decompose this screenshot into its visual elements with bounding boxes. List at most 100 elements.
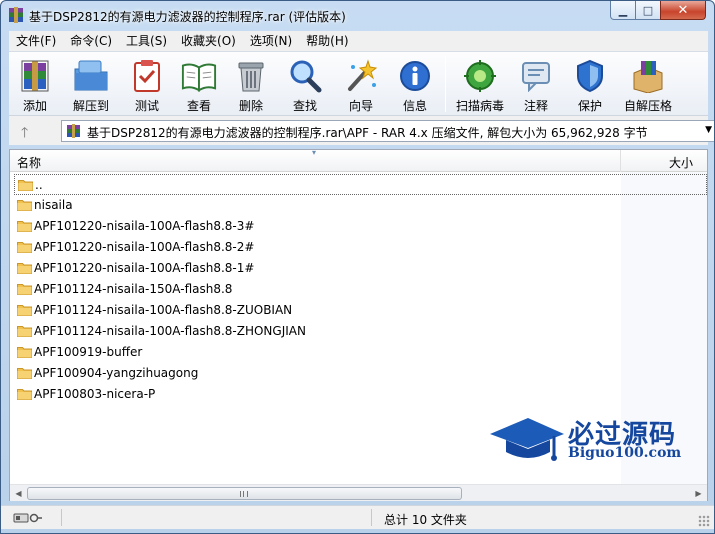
view-button[interactable]: 查看 — [173, 52, 225, 116]
menu-help[interactable]: 帮助(H) — [299, 31, 355, 51]
folder-icon — [17, 389, 32, 400]
add-label: 添加 — [22, 99, 47, 113]
status-separator — [61, 509, 62, 526]
file-list[interactable]: ▾ 名称 大小 .. nisaila APF101220-nisaila-100A-… — [9, 148, 708, 501]
comment-label: 注释 — [523, 99, 548, 113]
parent-folder-row[interactable]: .. — [14, 174, 707, 195]
info-button[interactable]: 信息 — [389, 52, 441, 116]
column-divider[interactable] — [620, 150, 621, 172]
virus-scan-button[interactable]: 扫描病毒 — [450, 52, 510, 116]
test-label: 测试 — [134, 99, 159, 113]
find-magnifier-icon — [287, 58, 323, 94]
find-button[interactable]: 查找 — [277, 52, 333, 116]
folder-icon — [17, 221, 32, 232]
comment-icon — [518, 58, 554, 94]
archive-icon — [67, 124, 80, 138]
add-button[interactable]: 添加 — [9, 52, 61, 116]
address-bar[interactable]: 基于DSP2812的有源电力滤波器的控制程序.rar\APF - RAR 4.x… — [61, 120, 714, 142]
status-summary: 总计 10 文件夹 — [384, 513, 467, 527]
maximize-button[interactable]: □ — [635, 1, 661, 20]
folder-icon — [17, 200, 32, 211]
folder-row[interactable]: APF100904-yangzihuagong — [14, 363, 621, 384]
folder-row[interactable]: nisaila — [14, 195, 621, 216]
address-dropdown-arrow[interactable]: ▼ — [705, 125, 712, 135]
folder-name: APF101124-nisaila-100A-flash8.8-ZUOBIAN — [34, 303, 293, 317]
delete-label: 删除 — [238, 99, 263, 113]
find-label: 查找 — [292, 99, 317, 113]
minimize-button[interactable]: ▁ — [610, 1, 636, 20]
up-folder-button[interactable]: 🡑 — [21, 122, 28, 146]
wizard-label: 向导 — [348, 99, 373, 113]
toolbar-separator — [445, 56, 446, 112]
menu-options[interactable]: 选项(N) — [243, 31, 299, 51]
folder-row[interactable]: APF100919-buffer — [14, 342, 621, 363]
folder-row[interactable]: APF101124-nisaila-100A-flash8.8-ZUOBIAN — [14, 300, 621, 321]
folder-row[interactable]: APF101220-nisaila-100A-flash8.8-3# — [14, 216, 621, 237]
scroll-left-button[interactable]: ◀ — [10, 487, 27, 500]
info-label: 信息 — [402, 99, 427, 113]
folder-name: APF101220-nisaila-100A-flash8.8-2# — [34, 240, 255, 254]
folder-row[interactable]: APF101220-nisaila-100A-flash8.8-2# — [14, 237, 621, 258]
virus-scan-icon — [462, 58, 498, 94]
protect-shield-icon — [572, 58, 608, 94]
window-title: 基于DSP2812的有源电力滤波器的控制程序.rar (评估版本) — [29, 10, 346, 24]
test-button[interactable]: 测试 — [121, 52, 173, 116]
toolbar: 添加 解压到 测试 查看 删除 查找 向导 信息 扫描病毒 注释 保护 自解压格 — [9, 51, 708, 115]
delete-button[interactable]: 删除 — [225, 52, 277, 116]
sfx-box-icon — [630, 58, 666, 94]
drive-key-icon[interactable] — [13, 512, 43, 524]
menu-command[interactable]: 命令(C) — [63, 31, 119, 51]
folder-name: APF101220-nisaila-100A-flash8.8-3# — [34, 219, 255, 233]
folder-name: APF101124-nisaila-100A-flash8.8-ZHONGJIA… — [34, 324, 306, 338]
folder-name: .. — [35, 178, 43, 192]
protect-button[interactable]: 保护 — [562, 52, 618, 116]
folder-row[interactable]: APF100803-nicera-P — [14, 384, 621, 405]
folder-icon — [18, 180, 33, 191]
protect-label: 保护 — [577, 99, 602, 113]
test-icon — [129, 58, 165, 94]
column-name-header[interactable]: 名称 — [17, 154, 41, 171]
close-button[interactable]: ✕ — [660, 1, 706, 20]
comment-button[interactable]: 注释 — [510, 52, 562, 116]
folder-icon — [17, 368, 32, 379]
scroll-thumb[interactable] — [27, 487, 462, 500]
resize-grip[interactable] — [698, 515, 710, 527]
folder-row[interactable]: APF101124-nisaila-100A-flash8.8-ZHONGJIA… — [14, 321, 621, 342]
menu-file[interactable]: 文件(F) — [9, 31, 63, 51]
column-size-header[interactable]: 大小 — [669, 154, 693, 171]
folder-name: APF100904-yangzihuagong — [34, 366, 199, 380]
watermark-url: Biguo100.com — [568, 445, 682, 461]
folder-icon — [17, 305, 32, 316]
status-separator — [371, 509, 372, 526]
delete-trash-icon — [233, 58, 269, 94]
sfx-button[interactable]: 自解压格 — [618, 52, 678, 116]
view-book-icon — [181, 58, 217, 94]
address-row: 🡑 基于DSP2812的有源电力滤波器的控制程序.rar\APF - RAR 4… — [9, 115, 714, 146]
folder-name: APF101124-nisaila-150A-flash8.8 — [34, 282, 233, 296]
menu-tools[interactable]: 工具(S) — [119, 31, 174, 51]
folder-name: APF101220-nisaila-100A-flash8.8-1# — [34, 261, 255, 275]
folder-row[interactable]: APF101220-nisaila-100A-flash8.8-1# — [14, 258, 621, 279]
winrar-window: 基于DSP2812的有源电力滤波器的控制程序.rar (评估版本) ▁ □ ✕ … — [0, 0, 715, 534]
extract-to-icon — [73, 58, 109, 94]
view-label: 查看 — [186, 99, 211, 113]
folder-icon — [17, 242, 32, 253]
title-bar[interactable]: 基于DSP2812的有源电力滤波器的控制程序.rar (评估版本) ▁ □ ✕ — [1, 1, 714, 31]
folder-name: APF100919-buffer — [34, 345, 143, 359]
menu-favorites[interactable]: 收藏夹(O) — [174, 31, 243, 51]
graduation-cap-icon — [490, 418, 564, 461]
folder-name: APF100803-nicera-P — [34, 387, 156, 401]
winrar-app-icon — [9, 7, 23, 23]
wizard-button[interactable]: 向导 — [333, 52, 389, 116]
address-path: 基于DSP2812的有源电力滤波器的控制程序.rar\APF - RAR 4.x… — [87, 126, 648, 140]
folder-row[interactable]: APF101124-nisaila-150A-flash8.8 — [14, 279, 621, 300]
wizard-wand-icon — [343, 58, 379, 94]
extract-to-button[interactable]: 解压到 — [61, 52, 121, 116]
sfx-label: 自解压格 — [623, 99, 672, 113]
folder-icon — [17, 326, 32, 337]
info-icon — [397, 58, 433, 94]
horizontal-scrollbar[interactable]: ◀ ▶ — [10, 484, 707, 501]
status-bar: 总计 10 文件夹 — [1, 505, 714, 529]
scroll-right-button[interactable]: ▶ — [690, 487, 707, 500]
watermark-logo: 必过源码 Biguo100.com — [488, 412, 700, 468]
